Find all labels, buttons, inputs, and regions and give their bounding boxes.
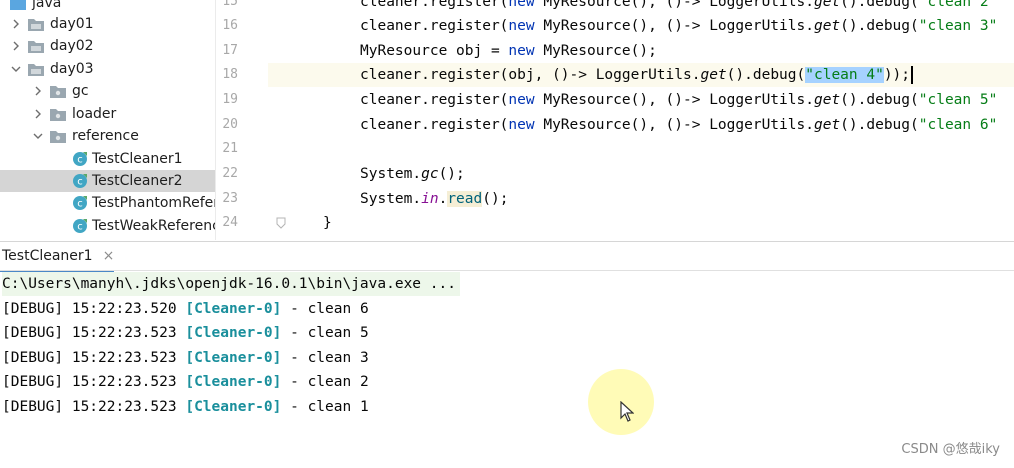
console-log-line: [DEBUG] 15:22:23.523 [Cleaner-0] - clean… — [2, 399, 369, 415]
tree-item-day03[interactable]: day03 — [0, 58, 215, 80]
tree-item-testphantomreference[interactable]: c TestPhantomRefere — [0, 192, 215, 214]
fold-marker-icon[interactable] — [276, 217, 286, 229]
folder-icon — [28, 18, 44, 31]
folder-icon — [10, 0, 26, 10]
text-caret — [911, 66, 914, 84]
svg-text:c: c — [77, 155, 83, 166]
close-icon[interactable]: × — [103, 248, 115, 264]
folder-icon — [28, 40, 44, 53]
line-gutter: 15 16 17 18 19 20 21 22 23 24 — [216, 0, 268, 240]
run-panel: TestCleaner1 × C:\Users\manyh\.jdks\open… — [0, 241, 1014, 468]
console-log-line: [DEBUG] 15:22:23.520 [Cleaner-0] - clean… — [2, 301, 369, 317]
tree-item-day01[interactable]: day01 — [0, 13, 215, 35]
run-tab-label: TestCleaner1 — [2, 248, 93, 264]
tab-divider — [0, 270, 1014, 271]
code-line-16: cleaner.register(new MyResource(), ()-> … — [360, 18, 998, 34]
line-number: 24 — [222, 215, 238, 230]
line-number: 16 — [222, 18, 238, 33]
chevron-right-icon[interactable] — [10, 18, 22, 30]
tree-item-gc[interactable]: gc — [0, 80, 215, 102]
tree-item-testweakreference[interactable]: c TestWeakReference — [0, 215, 215, 237]
code-line-22: System.gc(); — [360, 166, 465, 182]
code-line-17: MyResource obj = new MyResource(); — [360, 43, 657, 59]
java-class-icon: c — [73, 152, 87, 166]
line-number: 21 — [222, 141, 238, 156]
chevron-right-icon[interactable] — [32, 108, 44, 120]
chevron-right-icon[interactable] — [32, 85, 44, 97]
code-line-20: cleaner.register(new MyResource(), ()-> … — [360, 117, 998, 133]
line-number: 19 — [222, 92, 238, 107]
console-command-line[interactable]: C:\Users\manyh\.jdks\openjdk-16.0.1\bin\… — [2, 272, 460, 296]
code-line-24: } — [323, 215, 332, 231]
chevron-right-icon[interactable] — [10, 40, 22, 52]
package-icon — [50, 85, 66, 98]
tree-item-loader[interactable]: loader — [0, 103, 215, 125]
code-line-23: System.in.read(); — [360, 191, 509, 207]
line-number: 20 — [222, 117, 238, 132]
svg-text:c: c — [77, 177, 83, 188]
chevron-down-icon[interactable] — [32, 130, 44, 142]
package-icon — [50, 108, 66, 121]
svg-text:c: c — [77, 222, 83, 233]
code-line-19: cleaner.register(new MyResource(), ()-> … — [360, 92, 998, 108]
line-number: 22 — [222, 166, 238, 181]
tree-item-day02[interactable]: day02 — [0, 35, 215, 57]
watermark: CSDN @悠哉iky — [901, 442, 1000, 457]
tree-item-testcleaner1[interactable]: c TestCleaner1 — [0, 148, 215, 170]
selected-text: "clean 4" — [805, 67, 884, 83]
code-line-15: cleaner.register(new MyResource(), ()-> … — [360, 0, 998, 10]
console-log-line: [DEBUG] 15:22:23.523 [Cleaner-0] - clean… — [2, 325, 369, 341]
line-number: 23 — [222, 191, 238, 206]
line-number: 18 — [222, 67, 238, 82]
java-class-icon: c — [73, 196, 87, 210]
package-icon — [50, 130, 66, 143]
code-editor[interactable]: 15 16 17 18 19 20 21 22 23 24 cleaner.re… — [216, 0, 1014, 240]
java-class-icon: c — [73, 219, 87, 233]
run-tab-testcleaner1[interactable]: TestCleaner1 × — [0, 242, 115, 272]
tree-item-reference[interactable]: reference — [0, 125, 215, 147]
project-tree: java day01 day02 day03 gc loader referen… — [0, 0, 216, 240]
chevron-down-icon[interactable] — [10, 63, 22, 75]
line-number: 17 — [222, 43, 238, 58]
tree-item-java[interactable]: java — [0, 0, 215, 14]
tree-item-testcleaner2[interactable]: c TestCleaner2 — [0, 170, 215, 192]
folder-icon — [28, 63, 44, 76]
svg-text:c: c — [77, 199, 83, 210]
java-class-icon: c — [73, 174, 87, 188]
code-line-18: cleaner.register(obj, ()-> LoggerUtils.g… — [360, 63, 914, 87]
line-number: 15 — [222, 0, 238, 9]
console-log-line: [DEBUG] 15:22:23.523 [Cleaner-0] - clean… — [2, 350, 369, 366]
mouse-pointer-icon — [620, 401, 634, 422]
console-log-line: [DEBUG] 15:22:23.523 [Cleaner-0] - clean… — [2, 374, 369, 390]
